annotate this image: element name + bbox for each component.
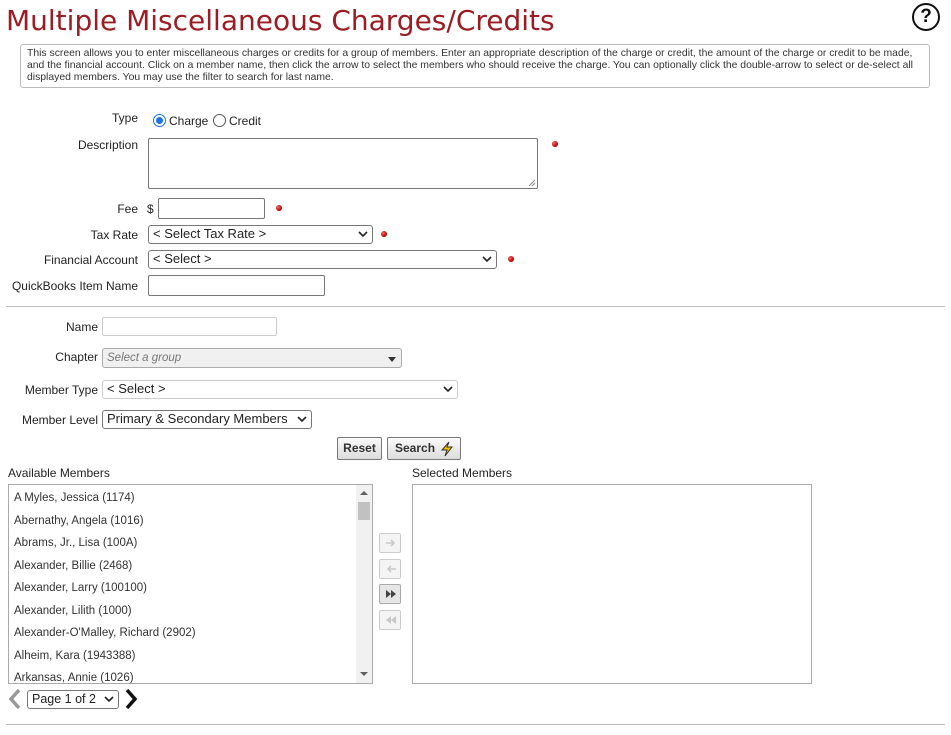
caret-down-icon: [388, 357, 396, 362]
list-item[interactable]: Abernathy, Angela (1016): [14, 515, 144, 527]
fee-label: Fee: [117, 202, 138, 216]
required-indicator: [276, 205, 282, 211]
chevron-down-icon: [443, 386, 453, 393]
available-members-list[interactable]: A Myles, Jessica (1174) Abernathy, Angel…: [8, 484, 373, 684]
list-item[interactable]: Alexander-O'Malley, Richard (2902): [14, 627, 196, 639]
member-type-value: < Select >: [107, 381, 166, 396]
member-level-label: Member Level: [21, 413, 98, 427]
name-filter-input[interactable]: [102, 317, 277, 336]
required-indicator: [552, 141, 558, 147]
page-select[interactable]: Page 1 of 2: [27, 690, 119, 709]
quickbooks-input[interactable]: [148, 275, 325, 296]
chapter-placeholder: Select a group: [107, 352, 182, 364]
list-item[interactable]: Alexander, Lilith (1000): [14, 605, 132, 617]
chapter-label: Chapter: [55, 350, 98, 364]
required-indicator: [508, 256, 514, 262]
financial-account-value: < Select >: [153, 251, 212, 266]
scroll-up-icon[interactable]: [360, 490, 368, 496]
chapter-select[interactable]: Select a group: [102, 348, 402, 368]
fee-input[interactable]: [158, 198, 265, 219]
available-members-label: Available Members: [8, 466, 110, 480]
double-arrow-right-icon: [386, 590, 396, 598]
arrow-right-icon: [386, 539, 396, 547]
scroll-down-icon[interactable]: [360, 671, 368, 677]
page-title: Multiple Miscellaneous Charges/Credits: [6, 4, 555, 37]
list-item[interactable]: Arkansas, Annie (1026): [14, 672, 134, 683]
type-charge-radio[interactable]: [153, 114, 166, 127]
list-item[interactable]: Alheim, Kara (1943388): [14, 650, 135, 662]
required-indicator: [381, 231, 387, 237]
arrow-left-icon: [386, 565, 396, 573]
chevron-down-icon: [482, 256, 492, 263]
financial-account-label: Financial Account: [43, 253, 138, 267]
next-page-icon[interactable]: [124, 688, 138, 710]
list-item[interactable]: Alexander, Billie (2468): [14, 560, 132, 572]
move-all-left-button[interactable]: [379, 610, 401, 630]
divider: [6, 724, 945, 725]
divider: [6, 306, 945, 307]
member-level-select[interactable]: Primary & Secondary Members: [102, 410, 312, 429]
search-button-label: Search: [395, 441, 436, 455]
type-charge-label[interactable]: Charge: [169, 114, 208, 128]
tax-rate-select[interactable]: < Select Tax Rate >: [148, 225, 373, 244]
prev-page-icon[interactable]: [8, 688, 22, 710]
move-all-right-button[interactable]: [379, 584, 401, 604]
scrollbar[interactable]: [356, 485, 372, 683]
member-level-value: Primary & Secondary Members: [107, 411, 288, 426]
lightning-bolt-icon: [440, 441, 454, 457]
member-type-label: Member Type: [24, 383, 98, 397]
page-select-value: Page 1 of 2: [32, 692, 96, 706]
chevron-down-icon: [104, 696, 114, 703]
financial-account-select[interactable]: < Select >: [148, 250, 497, 269]
name-filter-label: Name: [65, 320, 98, 334]
scrollbar-thumb[interactable]: [358, 502, 370, 520]
list-item[interactable]: Abrams, Jr., Lisa (100A): [14, 537, 137, 549]
double-arrow-left-icon: [386, 616, 396, 624]
intro-text: This screen allows you to enter miscella…: [20, 44, 930, 88]
search-button[interactable]: Search: [387, 437, 461, 460]
currency-symbol: $: [147, 202, 154, 216]
move-right-button[interactable]: [379, 533, 401, 553]
quickbooks-label: QuickBooks Item Name: [11, 279, 138, 293]
description-label: Description: [77, 138, 138, 152]
tax-rate-label: Tax Rate: [90, 228, 138, 242]
selected-members-label: Selected Members: [412, 466, 513, 480]
selected-members-list[interactable]: [412, 484, 812, 684]
help-icon[interactable]: ?: [912, 3, 940, 31]
type-label: Type: [111, 111, 138, 125]
chevron-down-icon: [297, 416, 307, 423]
member-type-select[interactable]: < Select >: [102, 380, 458, 399]
list-item[interactable]: A Myles, Jessica (1174): [14, 492, 135, 504]
resize-handle-icon[interactable]: [528, 179, 536, 187]
reset-button[interactable]: Reset: [337, 437, 382, 460]
chevron-down-icon: [358, 231, 368, 238]
tax-rate-value: < Select Tax Rate >: [153, 226, 267, 241]
type-credit-radio[interactable]: [213, 114, 226, 127]
description-field[interactable]: [148, 138, 538, 189]
type-credit-label[interactable]: Credit: [229, 114, 261, 128]
list-item[interactable]: Alexander, Larry (100100): [14, 582, 147, 594]
move-left-button[interactable]: [379, 559, 401, 579]
